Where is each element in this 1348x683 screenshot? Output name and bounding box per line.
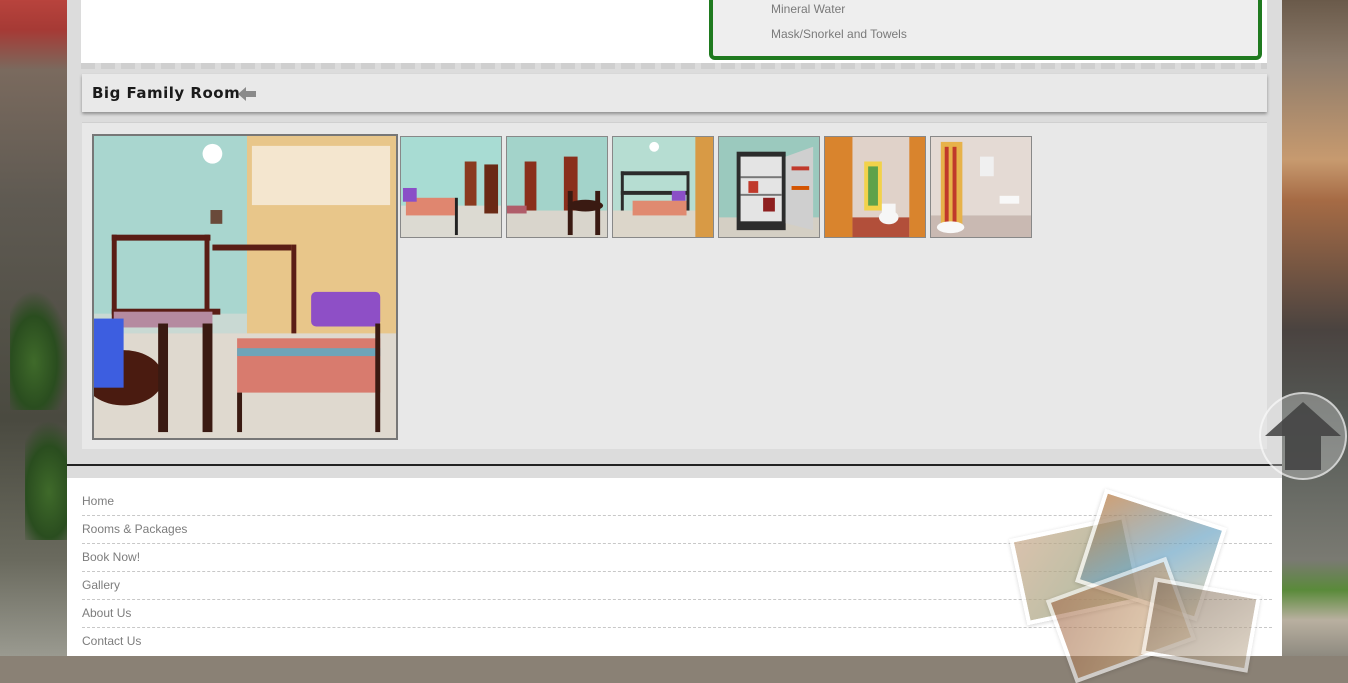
room-gallery	[82, 122, 1267, 449]
bathroom-shower-image	[931, 137, 1031, 237]
room-title: Big Family Room	[92, 84, 241, 102]
footer-divider	[67, 464, 1282, 466]
amenity-item: Mineral Water	[771, 2, 846, 16]
room-photo-thumb-1[interactable]	[400, 136, 502, 238]
dashed-divider	[81, 63, 1267, 69]
footer: Home Rooms & Packages Book Now! Gallery …	[67, 478, 1282, 683]
bathroom-toilet-image	[825, 137, 925, 237]
plant-foliage	[10, 290, 70, 410]
background-right	[1280, 0, 1348, 656]
amenities-box: Mineral Water Mask/Snorkel and Towels	[709, 0, 1262, 60]
photo-collage	[997, 488, 1261, 683]
room-header: Big Family Room	[82, 74, 1267, 112]
dining-corner-image	[507, 137, 607, 237]
bedroom-image	[94, 136, 396, 438]
back-arrow-icon[interactable]	[238, 86, 256, 102]
room-photo-main[interactable]	[92, 134, 398, 440]
collage-photo	[1141, 577, 1261, 673]
up-arrow-icon	[1265, 402, 1341, 470]
room-photo-thumb-4[interactable]	[718, 136, 820, 238]
refrigerator-image	[719, 137, 819, 237]
page-container: Mineral Water Mask/Snorkel and Towels Bi…	[67, 0, 1282, 683]
scroll-top-button[interactable]	[1259, 392, 1347, 480]
room-photo-thumb-3[interactable]	[612, 136, 714, 238]
top-section: Mineral Water Mask/Snorkel and Towels	[81, 0, 1267, 63]
bunk-beds-image	[613, 137, 713, 237]
room-photo-thumb-2[interactable]	[506, 136, 608, 238]
amenity-item: Mask/Snorkel and Towels	[771, 27, 907, 41]
room-photo-thumb-5[interactable]	[824, 136, 926, 238]
background-left	[0, 0, 85, 656]
bedroom-aqua-image	[401, 137, 501, 237]
room-photo-thumb-6[interactable]	[930, 136, 1032, 238]
